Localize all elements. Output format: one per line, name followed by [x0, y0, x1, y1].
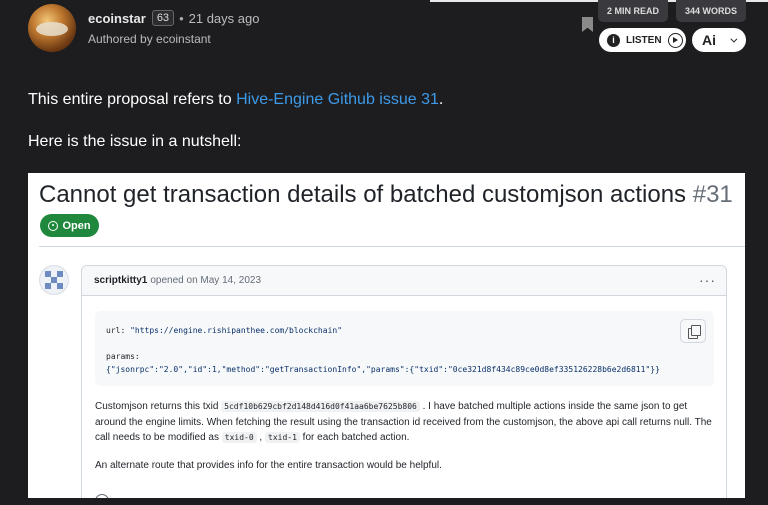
issue-comment: scriptkitty1 opened on May 14, 2023 ··· … [81, 265, 727, 498]
ai-label: Ai [702, 32, 716, 48]
post-paragraph-1: This entire proposal refers to Hive-Engi… [28, 91, 444, 108]
txid-code: 5cdf10b629cbf2d148d416d0f41aa6be7625b806 [221, 401, 420, 412]
comment-author: scriptkitty1 [94, 275, 148, 286]
txid-0-code: txid-0 [221, 432, 257, 443]
info-icon: i [607, 33, 620, 47]
status-badge: Open [40, 214, 99, 237]
listen-label: LISTEN [626, 34, 662, 46]
issue-title: Cannot get transaction details of batche… [39, 181, 733, 208]
comment-alternate-route: An alternate route that provides info fo… [95, 460, 442, 471]
issue-divider [39, 246, 745, 247]
word-count-badge: 344 WORDS [676, 0, 746, 22]
github-issue-screenshot: Cannot get transaction details of batche… [28, 173, 745, 498]
chevron-down-icon [730, 35, 738, 43]
post-paragraph-2: Here is the issue in a nutshell: [28, 133, 242, 150]
comment-meta: opened on May 14, 2023 [150, 275, 262, 286]
play-icon [667, 32, 683, 48]
post-time: 21 days ago [188, 10, 260, 26]
reputation-badge: 63 [151, 10, 175, 26]
issue-number: #31 [692, 181, 733, 208]
author-name[interactable]: ecoinstar [88, 11, 146, 26]
copy-icon [680, 319, 706, 343]
separator-dot: • [179, 10, 184, 26]
txid-1-code: txid-1 [265, 432, 300, 443]
listen-button[interactable]: i LISTEN [599, 28, 686, 52]
author-avatar[interactable] [28, 4, 76, 52]
reaction-smiley-icon [95, 494, 109, 498]
commenter-avatar [39, 265, 69, 295]
comment-description: Customjson returns this txid 5cdf10b629c… [95, 401, 712, 443]
github-issue-link[interactable]: Hive-Engine Github issue 31 [236, 91, 439, 108]
code-block: url: "https://engine.rishipanthee.com/bl… [95, 311, 714, 386]
more-options-icon: ··· [699, 272, 716, 288]
bookmark-icon[interactable] [582, 17, 593, 32]
code-line-params-key: params: [106, 352, 140, 361]
issue-open-icon [48, 220, 59, 231]
comment-header: scriptkitty1 opened on May 14, 2023 ··· [82, 266, 726, 296]
code-line-url: url: "https://engine.rishipanthee.com/bl… [106, 326, 343, 335]
read-time-badge: 2 MIN READ [598, 0, 668, 22]
ai-dropdown-button[interactable]: Ai [692, 28, 746, 52]
authored-by: Authored by ecoinstant [88, 32, 211, 46]
code-line-params-val: {"jsonrpc":"2.0","id":1,"method":"getTra… [106, 365, 660, 374]
author-line: ecoinstar 63 • 21 days ago [88, 10, 259, 26]
